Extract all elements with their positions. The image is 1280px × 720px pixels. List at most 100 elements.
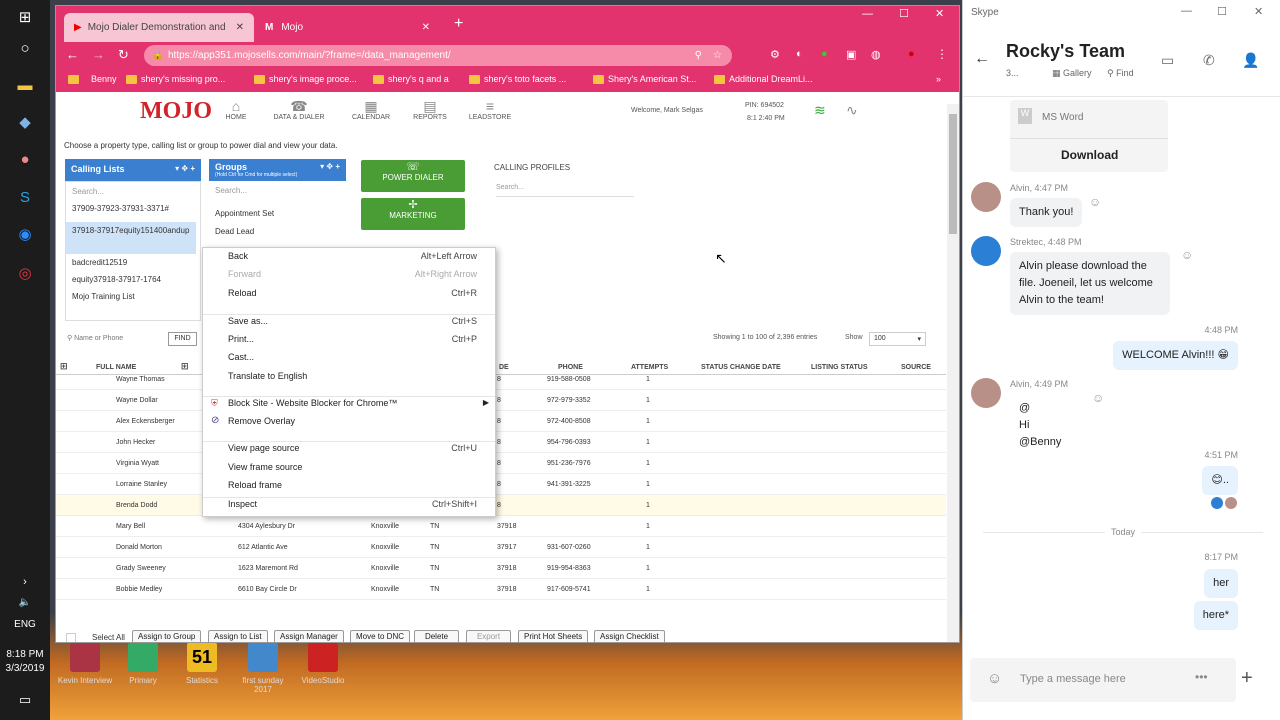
paint-icon[interactable]: ● <box>13 147 37 171</box>
groups-search[interactable]: Search... <box>209 186 339 195</box>
chrome-menu-icon[interactable]: ⋮ <box>936 47 948 61</box>
scrollbar-thumb[interactable] <box>949 114 957 234</box>
desktop-icon[interactable]: Primary <box>113 642 173 685</box>
reload-icon[interactable]: ↻ <box>118 47 129 63</box>
context-menu-item[interactable]: Translate to English <box>203 368 495 386</box>
zoom-search-icon[interactable]: ⚲ <box>695 45 702 66</box>
maximize-button[interactable]: ☐ <box>1217 5 1227 18</box>
table-row[interactable]: Mary Bell 4304 Aylesbury Dr Knoxville TN 379… <box>56 516 946 537</box>
bookmark-item[interactable]: shery's missing pro... <box>126 74 225 84</box>
nav-data-dialer[interactable]: ☎ DATA & DIALER <box>264 98 334 121</box>
list-item[interactable]: Dead Lead <box>209 227 339 236</box>
bookmarks-overflow-icon[interactable]: » <box>936 74 941 84</box>
message-bubble-own[interactable]: here* <box>1193 601 1238 630</box>
extension-icon[interactable]: ● <box>821 48 828 60</box>
table-row[interactable]: Brenda Dodd 8 1 <box>56 495 946 516</box>
audio-call-icon[interactable]: ✆ <box>1203 52 1215 69</box>
list-item[interactable]: badcredit12519 <box>66 258 196 267</box>
notifications-icon[interactable]: ▭ <box>13 688 37 712</box>
emoji-icon[interactable]: ☺ <box>987 670 1002 687</box>
marketing-button[interactable]: ✢ MARKETING <box>361 198 465 230</box>
table-row[interactable]: Alex Eckensberger 8 972-400-8508 1 <box>56 411 946 432</box>
context-menu-item[interactable]: Reload Ctrl+R <box>203 285 495 303</box>
context-menu-item[interactable]: Cast... <box>203 349 495 367</box>
sort-icon[interactable]: ▾ ✥ + <box>320 162 340 171</box>
list-item[interactable]: 37909-37923-37931-3371# <box>66 204 196 213</box>
download-button[interactable]: Download <box>1061 148 1118 162</box>
message-bubble[interactable]: @ Hi @Benny <box>1010 394 1080 457</box>
context-menu-item[interactable]: Save as... Ctrl+S <box>203 313 495 331</box>
extension-icon[interactable]: ⚙ <box>770 48 780 61</box>
avatar-alvin[interactable] <box>971 182 1001 212</box>
close-window-button[interactable]: ✕ <box>935 7 944 20</box>
table-row[interactable]: Wayne Thomas 8 919-588-0508 1 <box>56 369 946 390</box>
minimize-button[interactable]: — <box>1181 5 1192 17</box>
context-menu-item[interactable]: Reload frame <box>203 477 495 495</box>
new-tab-button[interactable]: + <box>454 15 463 33</box>
message-bubble[interactable]: Thank you! <box>1010 198 1083 227</box>
context-menu-item[interactable]: Remove Overlay ⊘ <box>203 413 495 431</box>
desktop-icon[interactable]: VideoStudio <box>293 642 353 685</box>
gallery-link[interactable]: ▦ Gallery <box>1052 68 1092 79</box>
add-participant-icon[interactable]: 👤 <box>1242 52 1259 69</box>
back-icon[interactable]: ← <box>66 47 79 62</box>
bookmark-item[interactable]: Shery's American St... <box>593 74 696 84</box>
context-menu-item[interactable]: View frame source <box>203 459 495 477</box>
language-indicator[interactable]: ENG <box>0 619 50 630</box>
bookmark-item[interactable]: Additional DreamLi... <box>714 74 813 84</box>
nav-leadstore[interactable]: ≡ LEADSTORE <box>455 98 525 121</box>
export-button[interactable]: Export <box>466 630 511 642</box>
context-menu-item[interactable]: Inspect Ctrl+Shift+I <box>203 496 495 514</box>
desktop-icon[interactable]: 51 Statistics <box>172 642 232 685</box>
profile-avatar-icon[interactable]: ● <box>908 48 915 60</box>
select-all[interactable]: Select All <box>66 633 125 642</box>
sort-icon[interactable]: ▾ ✥ + <box>175 164 195 173</box>
bookmark-item[interactable]: Benny <box>68 74 117 84</box>
message-bubble-own[interactable]: 😊.. <box>1202 466 1238 495</box>
move-to-dnc-button[interactable]: Move to DNC <box>350 630 411 642</box>
table-row[interactable]: Lorraine Stanley 8 941-391-3225 1 <box>56 474 946 495</box>
forward-icon[interactable]: → <box>92 47 105 62</box>
context-menu-item[interactable]: View page source Ctrl+U <box>203 440 495 458</box>
select-all-checkbox[interactable] <box>66 633 76 642</box>
video-call-icon[interactable]: ▭ <box>1161 52 1174 69</box>
table-row[interactable]: Virginia Wyatt 8 951-236-7976 1 <box>56 453 946 474</box>
context-menu-item[interactable]: Block Site - Website Blocker for Chrome™… <box>203 395 495 413</box>
page-scrollbar[interactable] <box>947 104 959 642</box>
desktop-icon[interactable]: first sunday 2017 <box>233 642 293 694</box>
message-input[interactable]: Type a message here <box>1020 673 1126 685</box>
close-tab-icon[interactable]: ✕ <box>236 22 244 33</box>
show-select[interactable]: 100 ▾ <box>869 332 926 346</box>
calling-profiles-search[interactable]: Search... <box>496 184 634 197</box>
desktop-icon[interactable]: Kevin Interview <box>55 642 115 685</box>
maximize-button[interactable]: ☐ <box>899 7 909 20</box>
back-arrow-icon[interactable]: ← <box>974 50 990 68</box>
bookmark-item[interactable]: shery's q and a <box>373 74 449 84</box>
close-tab-icon[interactable]: ✕ <box>422 22 430 33</box>
add-content-icon[interactable]: + <box>1241 667 1253 690</box>
extension-icon[interactable]: ◍ <box>871 48 881 61</box>
chat-title[interactable]: Rocky's Team <box>1006 41 1125 62</box>
windows-start-icon[interactable]: ⊞ <box>13 5 37 29</box>
name-phone-search[interactable]: ⚲ Name or Phone <box>67 334 162 348</box>
clock-date[interactable]: 3/3/2019 <box>0 663 50 674</box>
context-menu-item[interactable]: Back Alt+Left Arrow <box>203 248 495 266</box>
bookmark-star-icon[interactable]: ☆ <box>713 45 722 66</box>
message-bubble-own[interactable]: WELCOME Alvin!!! 😁 <box>1113 341 1238 370</box>
zoom-icon[interactable]: ◉ <box>13 222 37 246</box>
calling-lists-search[interactable]: Search... <box>66 187 196 196</box>
table-row[interactable]: Grady Sweeney 1623 Maremont Rd Knoxville TN… <box>56 558 946 579</box>
message-bubble-own[interactable]: her <box>1204 569 1238 598</box>
react-emoji-icon[interactable]: ☺ <box>1181 248 1193 262</box>
bookmark-item[interactable]: shery's image proce... <box>254 74 357 84</box>
cortana-icon[interactable]: ○ <box>13 36 37 60</box>
assign-checklist-button[interactable]: Assign Checklist <box>594 630 665 642</box>
table-row[interactable]: John Hecker 8 954-796-0393 1 <box>56 432 946 453</box>
nav-home[interactable]: ⌂ HOME <box>201 98 271 121</box>
avatar-strektec[interactable] <box>971 236 1001 266</box>
react-emoji-icon[interactable]: ☺ <box>1089 195 1101 209</box>
file-explorer-icon[interactable]: ▬ <box>13 73 37 97</box>
assign-to-list-button[interactable]: Assign to List <box>208 630 268 642</box>
close-window-button[interactable]: ✕ <box>1254 5 1263 18</box>
find-link[interactable]: ⚲ Find <box>1107 68 1134 79</box>
